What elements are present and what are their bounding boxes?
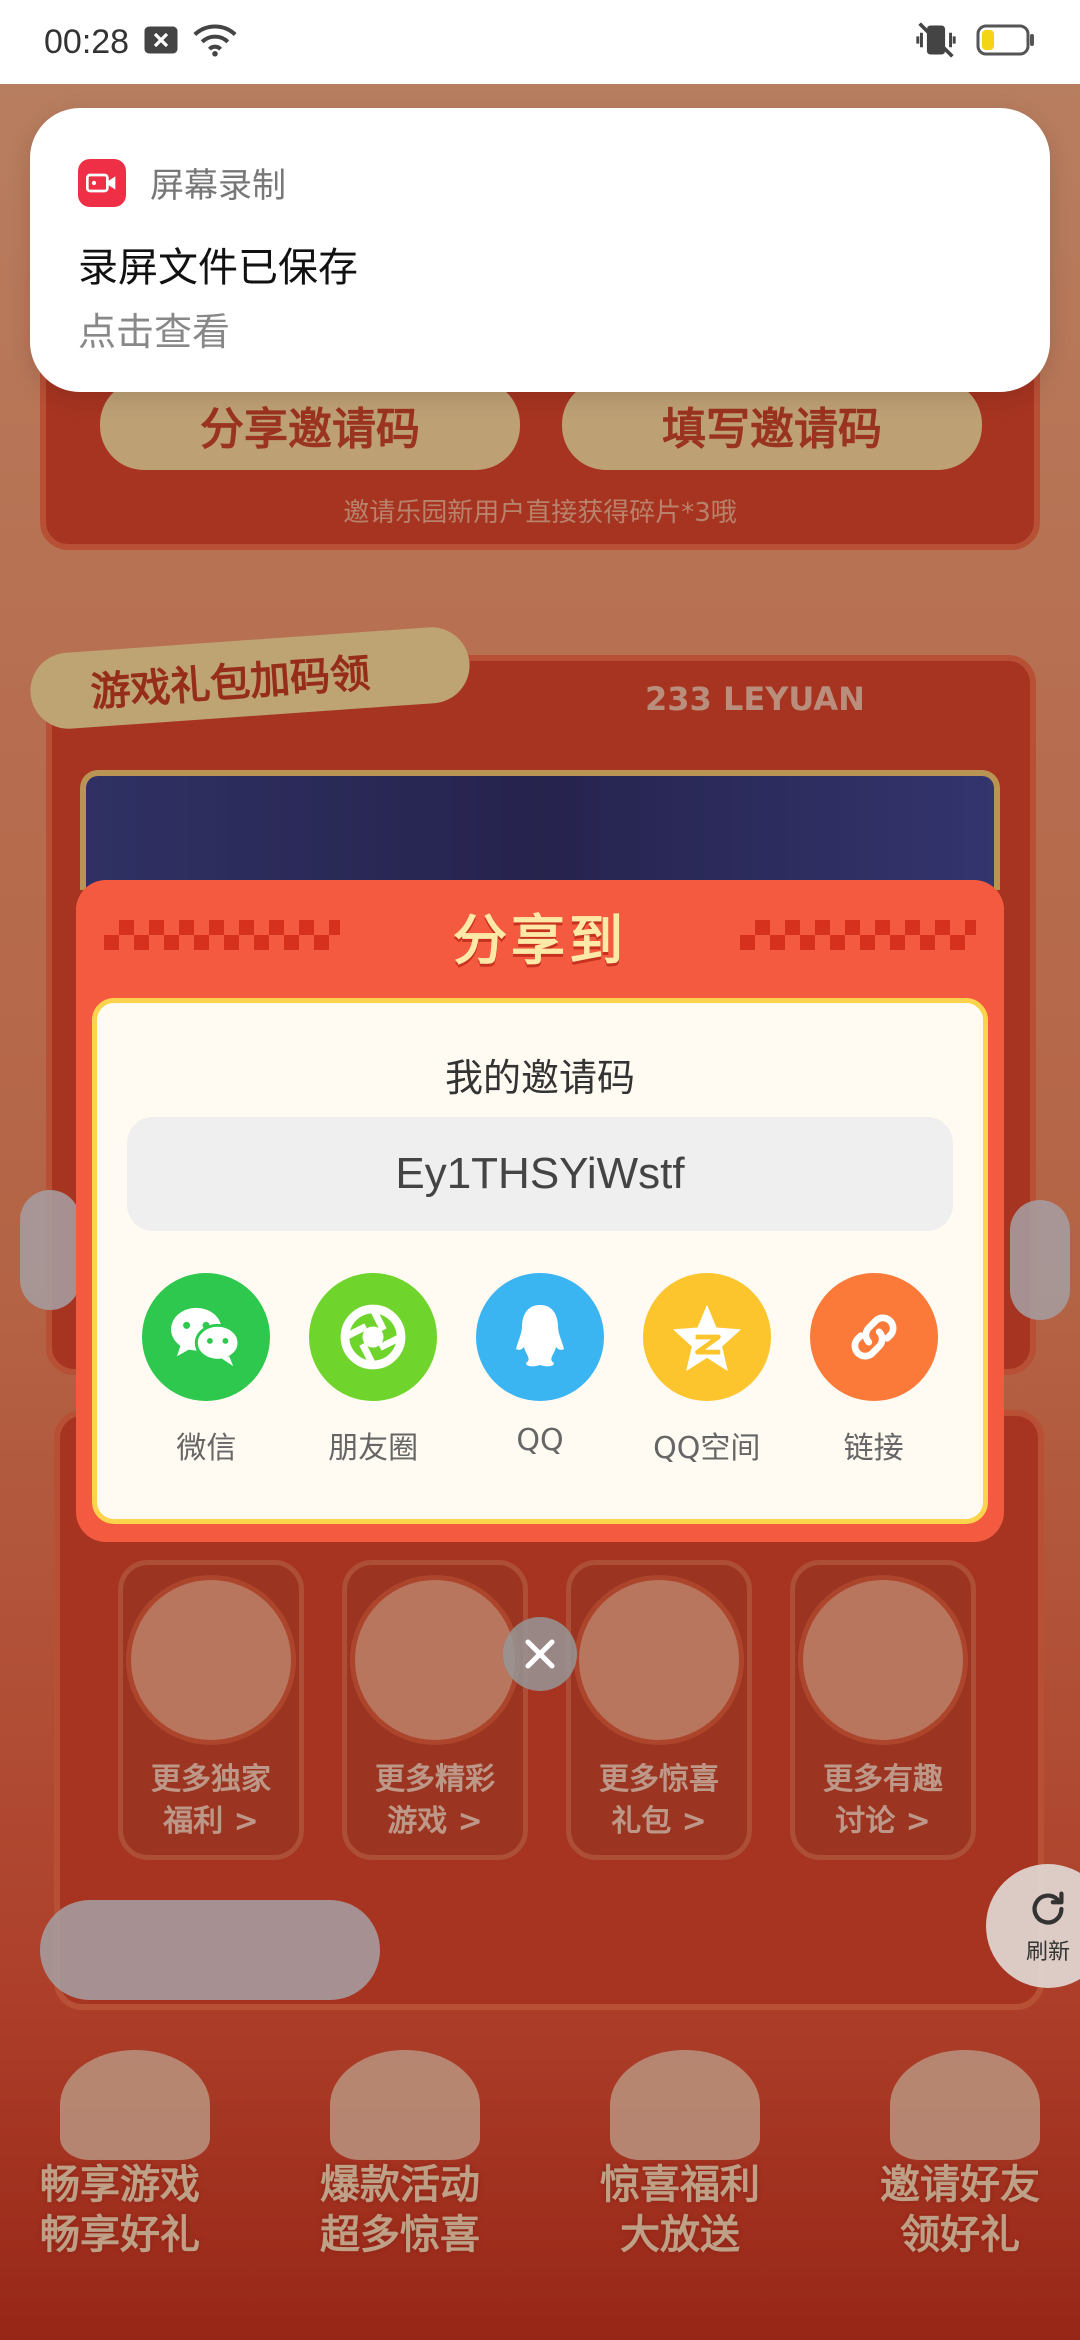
share-moments[interactable]: 朋友圈 [290, 1273, 457, 1467]
moments-icon [309, 1273, 438, 1401]
share-moments-label: 朋友圈 [328, 1431, 419, 1466]
share-qzone[interactable]: QQ空间 [623, 1273, 790, 1467]
status-right [914, 20, 1036, 64]
wifi-icon [193, 23, 237, 61]
notification-header: 屏幕录制 [78, 158, 1002, 207]
share-qq[interactable]: QQ [457, 1273, 624, 1467]
qq-icon [475, 1273, 604, 1401]
share-dialog: 分享到 我的邀请码 Ey1THSYiWstf 微信 朋友圈 QQ QQ空间 链接 [76, 880, 1004, 1542]
vibrate-mute-icon [914, 20, 958, 64]
dialog-header: 分享到 [76, 880, 1004, 990]
invite-code-label: 我的邀请码 [444, 1056, 635, 1100]
share-targets: 微信 朋友圈 QQ QQ空间 链接 [107, 1273, 973, 1467]
invite-code-box[interactable]: Ey1THSYiWstf [127, 1117, 953, 1231]
refresh-icon [1032, 1891, 1064, 1925]
status-time: 00:28 [44, 22, 130, 61]
link-icon [809, 1273, 938, 1401]
checker-decoration-right [740, 920, 976, 950]
checker-decoration-left [104, 920, 340, 950]
share-qq-label: QQ [516, 1423, 564, 1458]
close-icon [525, 1639, 555, 1669]
screen-record-notification[interactable]: 屏幕录制 录屏文件已保存 点击查看 [30, 108, 1050, 392]
close-dialog-button[interactable] [503, 1617, 577, 1691]
battery-icon [976, 24, 1036, 60]
share-wechat[interactable]: 微信 [123, 1273, 290, 1467]
share-link-label: 链接 [843, 1431, 904, 1466]
refresh-label: 刷新 [1025, 1940, 1070, 1965]
wechat-icon [142, 1273, 271, 1401]
status-bar: 00:28 [0, 0, 1080, 84]
share-link[interactable]: 链接 [790, 1273, 957, 1467]
share-qzone-label: QQ空间 [653, 1431, 761, 1466]
notification-x-icon [143, 25, 179, 59]
dialog-title: 分享到 [453, 908, 627, 972]
screen-record-icon [78, 158, 126, 207]
share-wechat-label: 微信 [176, 1431, 237, 1466]
notification-title: 录屏文件已保存 [78, 245, 358, 291]
notification-app-name: 屏幕录制 [150, 166, 286, 206]
notification-subtitle: 点击查看 [78, 310, 231, 354]
qzone-icon [642, 1273, 771, 1401]
dialog-body: 我的邀请码 Ey1THSYiWstf 微信 朋友圈 QQ QQ空间 链接 [92, 998, 988, 1524]
